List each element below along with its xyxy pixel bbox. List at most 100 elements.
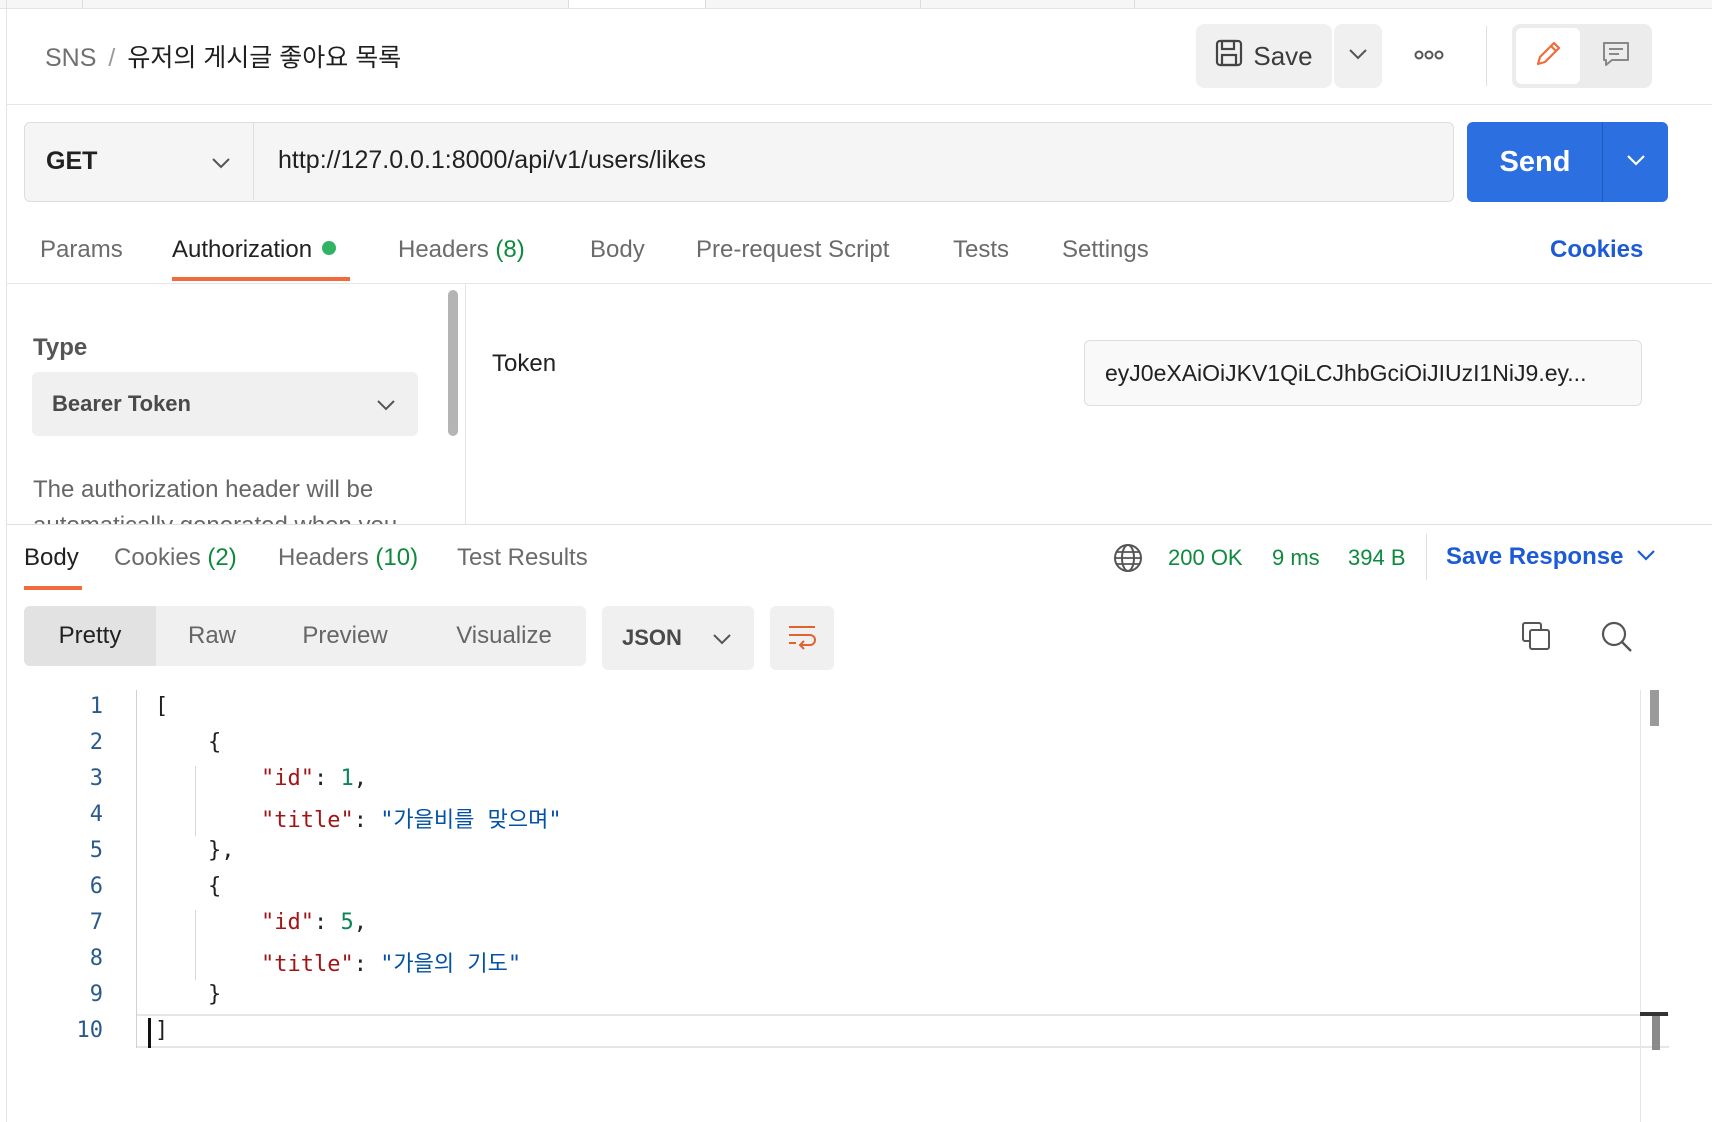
- http-method-select[interactable]: GET: [24, 122, 254, 200]
- line-number: 4: [89, 802, 103, 827]
- tab-label: Test Results: [457, 544, 588, 571]
- request-tab[interactable]: [920, 0, 1135, 8]
- request-tab[interactable]: [705, 0, 921, 8]
- auth-desc-clip: The authorization header will be automat…: [7, 284, 437, 524]
- view-preview[interactable]: Preview: [268, 606, 422, 666]
- tab-headers[interactable]: Headers (8): [398, 236, 525, 264]
- tab-label: Tests: [953, 236, 1010, 263]
- comments-mode-button[interactable]: [1584, 28, 1648, 84]
- edit-mode-button[interactable]: [1516, 28, 1580, 84]
- code-line: "title": "가을비를 맞으며": [260, 808, 562, 833]
- tab-tests[interactable]: Tests: [953, 236, 1009, 264]
- code-line: [: [155, 694, 169, 719]
- format-select[interactable]: JSON: [602, 606, 754, 670]
- json-number: 1: [340, 766, 354, 791]
- active-tab-underline: [172, 277, 350, 281]
- editor-scrollbar-thumb[interactable]: [1650, 690, 1659, 726]
- tab-count: (8): [495, 236, 525, 263]
- response-body-editor[interactable]: 1 2 3 4 5 6 7 8 9 10 [ { "id": 1, "title…: [7, 690, 1712, 1122]
- view-pretty[interactable]: Pretty: [24, 606, 156, 666]
- view-raw[interactable]: Raw: [156, 606, 268, 666]
- save-button[interactable]: Save: [1196, 24, 1332, 88]
- send-options-dropdown[interactable]: [1603, 122, 1668, 202]
- active-response-tab-underline: [24, 586, 82, 590]
- editor-scrollbar-track[interactable]: [1640, 690, 1641, 1122]
- json-key: "id": [260, 910, 314, 935]
- response-tab-cookies[interactable]: Cookies (2): [114, 544, 237, 572]
- request-tab[interactable]: [0, 0, 83, 8]
- text-cursor: [148, 1018, 151, 1048]
- gutter-border: [136, 690, 137, 1048]
- tab-count: (2): [207, 544, 237, 571]
- more-actions-button[interactable]: [1404, 34, 1454, 78]
- code-line: }: [155, 982, 222, 1007]
- auth-panel-scrollbar[interactable]: [448, 290, 458, 436]
- code-line: "id": 5,: [260, 910, 367, 935]
- tab-label: Params: [40, 236, 123, 263]
- json-number: 5: [340, 910, 354, 935]
- chevron-down-icon[interactable]: [1636, 548, 1656, 566]
- code-line: "title": "가을의 기도": [260, 952, 522, 977]
- json-string: "가을비를 맞으며": [380, 808, 562, 833]
- tab-authorization[interactable]: Authorization: [172, 236, 337, 264]
- breadcrumb-separator: /: [108, 44, 116, 72]
- wrap-lines-button[interactable]: [770, 606, 834, 670]
- json-key: "title": [260, 808, 354, 833]
- code-line: {: [155, 874, 222, 899]
- overview-ruler-marker: [1652, 1016, 1660, 1050]
- breadcrumb: SNS / 유저의 게시글 좋아요 목록: [45, 38, 401, 74]
- line-number: 10: [76, 1018, 104, 1043]
- copy-icon[interactable]: [1520, 620, 1552, 657]
- send-button[interactable]: Send: [1467, 122, 1603, 202]
- token-label: Token: [492, 350, 557, 377]
- response-tab-test-results[interactable]: Test Results: [457, 544, 588, 572]
- tab-settings[interactable]: Settings: [1062, 236, 1149, 264]
- pencil-icon: [1533, 39, 1563, 74]
- response-tab-body[interactable]: Body: [24, 544, 79, 572]
- auth-configured-indicator: [322, 241, 337, 255]
- breadcrumb-collection[interactable]: SNS: [45, 44, 96, 72]
- view-visualize[interactable]: Visualize: [422, 606, 586, 666]
- json-string: "가을의 기도": [380, 952, 522, 977]
- tab-params[interactable]: Params: [40, 236, 123, 264]
- line-number: 2: [89, 730, 103, 755]
- tab-label: Headers: [278, 544, 369, 571]
- request-tab-active[interactable]: [568, 0, 706, 8]
- token-input[interactable]: eyJ0eXAiOiJKV1QiLCJhbGciOiJIUzI1NiJ9.ey.…: [1084, 340, 1642, 406]
- url-input[interactable]: http://127.0.0.1:8000/api/v1/users/likes: [278, 146, 706, 175]
- response-tab-headers[interactable]: Headers (10): [278, 544, 418, 572]
- response-time[interactable]: 9 ms: [1272, 545, 1320, 571]
- line-number: 3: [89, 766, 103, 791]
- response-size[interactable]: 394 B: [1348, 545, 1406, 571]
- json-key: "title": [260, 952, 354, 977]
- cookies-link[interactable]: Cookies: [1550, 236, 1643, 264]
- line-number: 7: [89, 910, 103, 935]
- request-tab[interactable]: [82, 0, 569, 8]
- chevron-down-icon: [1626, 153, 1646, 171]
- floppy-disk-icon: [1215, 39, 1243, 74]
- status-code[interactable]: 200 OK: [1168, 545, 1243, 571]
- chevron-down-icon: [211, 147, 231, 176]
- tab-label: Headers: [398, 236, 489, 263]
- ellipsis-icon: [1414, 47, 1444, 65]
- tab-label: Settings: [1062, 236, 1149, 263]
- search-icon[interactable]: [1600, 620, 1634, 659]
- code-line: {: [155, 730, 222, 755]
- tab-body[interactable]: Body: [590, 236, 645, 264]
- line-number: 8: [89, 946, 103, 971]
- save-options-dropdown[interactable]: [1334, 24, 1382, 88]
- line-number: 9: [89, 982, 103, 1007]
- indent-guide: [195, 910, 196, 980]
- response-divider[interactable]: [7, 524, 1712, 525]
- chevron-down-icon: [712, 625, 732, 651]
- tab-pre-request-script[interactable]: Pre-request Script: [696, 236, 889, 264]
- save-response-button[interactable]: Save Response: [1446, 543, 1623, 571]
- current-line-highlight: [137, 1014, 1669, 1048]
- breadcrumb-request-name[interactable]: 유저의 게시글 좋아요 목록: [127, 44, 401, 72]
- tab-label: Cookies: [114, 544, 201, 571]
- tab-label: Pre-request Script: [696, 236, 890, 263]
- token-value: eyJ0eXAiOiJKV1QiLCJhbGciOiJIUzI1NiJ9.ey.…: [1105, 359, 1587, 386]
- globe-icon[interactable]: [1112, 542, 1144, 579]
- code-line: "id": 1,: [260, 766, 367, 791]
- format-value: JSON: [622, 625, 682, 650]
